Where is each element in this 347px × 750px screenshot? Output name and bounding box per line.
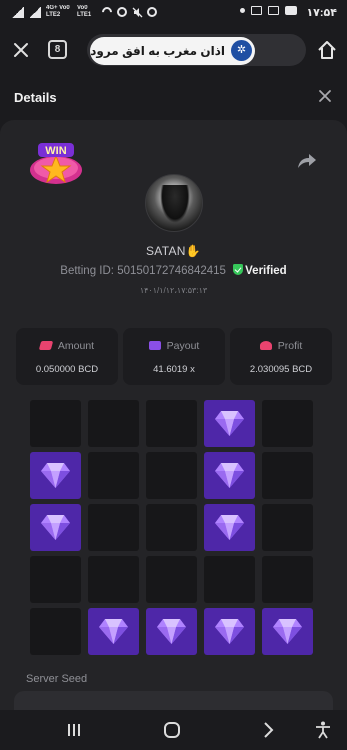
status-bar: 4G+ Vo0 LTE2 Vo0 LTE1 ۱۷:۵۴ xyxy=(0,0,347,26)
signal-icon xyxy=(12,6,24,18)
empty-tile xyxy=(146,452,197,499)
betting-id-value: 5015017274684241​5 xyxy=(117,265,226,277)
empty-tile xyxy=(262,400,313,447)
empty-tile xyxy=(30,556,81,603)
win-badge-icon: WIN xyxy=(28,140,84,188)
mute-icon xyxy=(132,7,143,18)
verified-shield-icon xyxy=(233,264,244,275)
diamond-icon xyxy=(215,411,244,436)
home-button-icon[interactable] xyxy=(162,720,182,740)
server-seed-label: Server Seed xyxy=(26,673,88,685)
bet-details-panel: WIN SATAN✋ Betting ID: 5015017274684241​… xyxy=(0,120,347,721)
empty-tile xyxy=(146,400,197,447)
page-title: Details xyxy=(14,90,57,105)
alarm-icon xyxy=(147,7,157,17)
empty-tile xyxy=(30,608,81,655)
diamond-icon xyxy=(215,463,244,488)
empty-tile xyxy=(146,504,197,551)
gem-tile xyxy=(88,608,139,655)
gem-tile xyxy=(204,608,255,655)
win-badge-text: WIN xyxy=(45,145,66,157)
details-header: Details xyxy=(0,74,347,120)
image-notification-icon xyxy=(251,6,262,15)
home-icon[interactable] xyxy=(317,40,337,60)
signal-icon xyxy=(29,6,41,18)
close-icon[interactable] xyxy=(10,39,32,61)
accessibility-icon[interactable] xyxy=(313,720,333,740)
status-time: ۱۷:۵۴ xyxy=(306,7,337,19)
gem-tile xyxy=(30,452,81,499)
profit-icon xyxy=(259,341,272,350)
battery-icon xyxy=(285,6,297,15)
diamond-icon xyxy=(41,463,70,488)
diamond-icon xyxy=(157,619,186,644)
diamond-icon xyxy=(273,619,302,644)
gem-tile xyxy=(262,608,313,655)
coins-icon xyxy=(38,341,54,350)
empty-tile xyxy=(262,452,313,499)
stat-value-amount: 0.050000 BCD xyxy=(35,364,99,375)
stat-card-amount: Amount 0.050000 BCD xyxy=(16,328,118,385)
bet-timestamp: ۱۴۰۱/۱/۱۲،۱۷:۵۳:۱۳ xyxy=(139,286,208,295)
empty-tile xyxy=(204,556,255,603)
empty-tile xyxy=(88,400,139,447)
status-left-icons: 4G+ Vo0 LTE2 Vo0 LTE1 xyxy=(12,4,157,20)
gem-tile xyxy=(30,504,81,551)
stat-card-payout: Payout 41.6019 x xyxy=(123,328,225,385)
verified-label: Verified xyxy=(245,265,287,277)
diamond-icon xyxy=(215,619,244,644)
tab-switcher-button[interactable]: 8 xyxy=(48,40,67,59)
stat-label-amount: Amount xyxy=(16,340,118,352)
betting-id-line: Betting ID: 5015017274684241​5 Verified xyxy=(0,264,347,277)
username[interactable]: SATAN✋ xyxy=(0,244,347,258)
diamond-icon xyxy=(41,515,70,540)
prayer-app-icon: ✲ xyxy=(231,40,252,61)
stat-value-profit: 2.030095 BCD xyxy=(249,364,313,375)
share-icon[interactable] xyxy=(297,152,317,170)
empty-tile xyxy=(88,556,139,603)
forward-icon[interactable] xyxy=(258,720,278,740)
stat-label-profit: Profit xyxy=(230,340,332,352)
network-label-1: 4G+ Vo0 LTE2 xyxy=(46,5,70,18)
recent-apps-icon[interactable] xyxy=(64,720,84,740)
wallet-icon xyxy=(148,341,161,350)
nfc-icon xyxy=(117,7,127,17)
empty-tile xyxy=(262,504,313,551)
close-details-button[interactable] xyxy=(315,86,335,106)
browser-toolbar: 8 اذان مغرب به افق مرودشت ✲ xyxy=(0,26,347,74)
avatar[interactable] xyxy=(145,174,203,232)
empty-tile xyxy=(88,504,139,551)
gem-tile xyxy=(204,452,255,499)
gem-tile xyxy=(204,504,255,551)
username-text: SATAN xyxy=(146,244,186,258)
empty-tile xyxy=(262,556,313,603)
status-right-icons xyxy=(240,6,297,15)
mines-grid xyxy=(30,400,315,656)
empty-tile xyxy=(88,452,139,499)
stat-value-payout: 41.6019 x xyxy=(153,364,195,375)
gallery-notification-icon xyxy=(268,6,279,15)
gem-tile xyxy=(204,400,255,447)
gem-tile xyxy=(146,608,197,655)
hand-emoji-icon: ✋ xyxy=(185,244,201,258)
stat-label-payout: Payout xyxy=(123,340,225,352)
network-label-2: Vo0 LTE1 xyxy=(77,5,92,18)
empty-tile xyxy=(146,556,197,603)
betting-id-label: Betting ID: xyxy=(60,265,114,277)
diamond-icon xyxy=(215,515,244,540)
hotspot-icon xyxy=(99,4,115,20)
system-nav-bar xyxy=(0,710,347,750)
empty-tile xyxy=(30,400,81,447)
stat-card-profit: Profit 2.030095 BCD xyxy=(230,328,332,385)
notification-dot-icon xyxy=(240,8,245,13)
diamond-icon xyxy=(99,619,128,644)
